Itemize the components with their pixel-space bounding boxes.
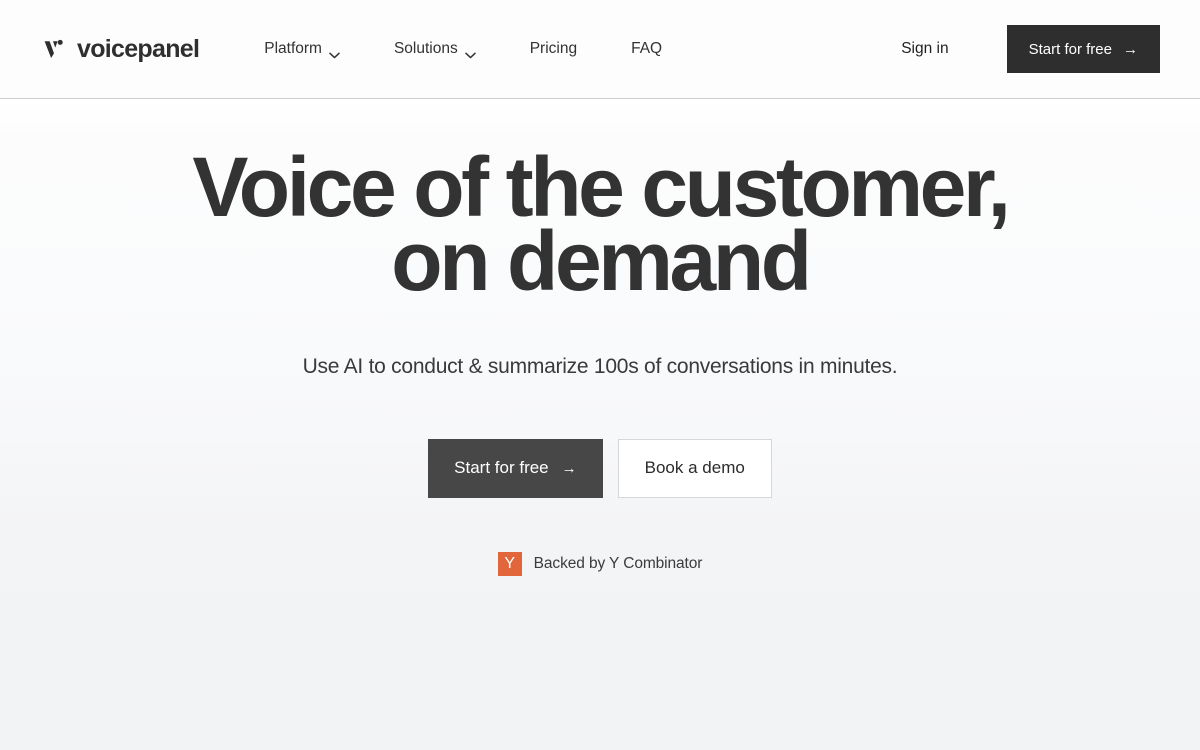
nav-item-pricing-label: Pricing <box>529 40 578 57</box>
nav-item-platform[interactable]: Platform <box>264 34 340 64</box>
header-start-for-free-button[interactable]: Start for free → <box>1006 25 1160 73</box>
hero-section: Voice of the customer, on demand Use AI … <box>0 99 1200 750</box>
chevron-down-icon <box>329 46 340 58</box>
nav-item-platform-label: Platform <box>264 40 322 57</box>
header-actions: Sign in Start for free → <box>901 25 1160 73</box>
nav-item-faq[interactable]: FAQ <box>631 34 662 64</box>
nav-item-solutions[interactable]: Solutions <box>394 34 476 64</box>
landing-page: voicepanel Platform Solutions Pricing FA… <box>0 0 1200 750</box>
brand-name: voicepanel <box>77 34 200 63</box>
arrow-right-icon: → <box>561 459 577 477</box>
headline-line-2: on demand <box>391 213 812 308</box>
nav-item-solutions-label: Solutions <box>393 40 458 57</box>
sign-in-link[interactable]: Sign in <box>901 40 948 58</box>
voicepanel-v-mark-icon <box>42 36 68 62</box>
hero-start-for-free-label: Start for free <box>454 458 549 478</box>
y-combinator-logo-icon: Y <box>497 551 522 576</box>
hero-subheadline: Use AI to conduct & summarize 100s of co… <box>302 354 898 378</box>
hero-start-for-free-button[interactable]: Start for free → <box>428 438 603 498</box>
header-start-for-free-label: Start for free <box>1028 40 1112 58</box>
site-header: voicepanel Platform Solutions Pricing FA… <box>0 0 1200 99</box>
chevron-down-icon <box>464 46 476 58</box>
backed-by-y-combinator-badge: Y Backed by Y Combinator <box>497 551 703 576</box>
primary-navigation: Platform Solutions Pricing FAQ <box>264 34 662 64</box>
brand-logo[interactable]: voicepanel <box>42 34 200 64</box>
book-a-demo-label: Book a demo <box>644 458 745 478</box>
hero-cta-group: Start for free → Book a demo <box>428 438 772 498</box>
arrow-right-icon: → <box>1123 40 1138 58</box>
nav-item-pricing[interactable]: Pricing <box>530 34 577 64</box>
backed-by-label: Backed by Y Combinator <box>533 554 703 572</box>
page-title: Voice of the customer, on demand <box>0 145 1200 308</box>
book-a-demo-button[interactable]: Book a demo <box>617 438 772 498</box>
nav-item-faq-label: FAQ <box>631 40 663 57</box>
